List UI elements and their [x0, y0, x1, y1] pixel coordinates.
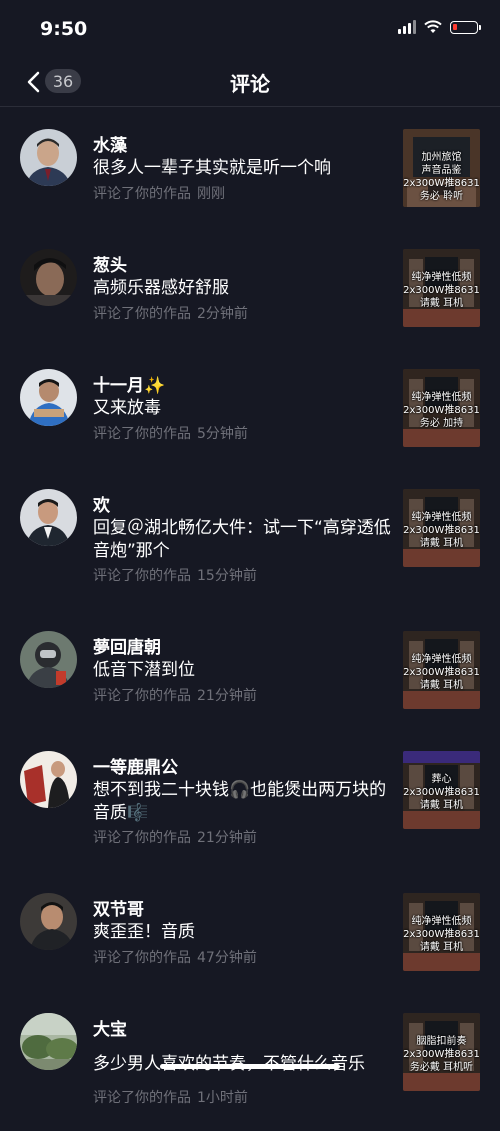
- comment-action: 评论了你的作品: [93, 568, 191, 584]
- comment-item[interactable]: 夢回唐朝 低音下潜到位 评论了你的作品 21分钟前 纯净弹性低频 2x300W推8…: [0, 609, 500, 729]
- comment-username[interactable]: 一等鹿鼎公: [93, 753, 178, 778]
- comment-text: 想不到我二十块钱🎧也能煲出两万块的音质🎼: [93, 780, 387, 823]
- comment-meta: 评论了你的作品 21分钟前: [93, 827, 257, 847]
- comment-time: 21分钟前: [197, 830, 257, 846]
- home-indicator[interactable]: [160, 1064, 340, 1069]
- comment-item[interactable]: 欢 回复＠湖北畅亿大件：试一下“高穿透低音炮”那个 评论了你的作品 15分钟前 纯…: [0, 467, 500, 609]
- status-icons: [398, 20, 481, 34]
- avatar[interactable]: [20, 751, 77, 808]
- avatar[interactable]: [20, 369, 77, 426]
- comment-action: 评论了你的作品: [93, 426, 191, 442]
- comment-action: 评论了你的作品: [93, 306, 191, 322]
- wifi-icon: [424, 20, 442, 33]
- video-thumbnail[interactable]: 纯净弹性低频 2x300W推8631 请戴 耳机: [403, 489, 480, 567]
- comment-text: 回复＠湖北畅亿大件：试一下“高穿透低音炮”那个: [93, 518, 391, 561]
- video-thumbnail[interactable]: 胭脂扣前奏 2x300W推8631 务必戴 耳机听: [403, 1013, 480, 1091]
- comment-text: 爽歪歪！音质: [93, 922, 195, 942]
- comment-time: 21分钟前: [197, 688, 257, 704]
- comment-time: 刚刚: [197, 186, 225, 202]
- avatar[interactable]: [20, 893, 77, 950]
- thumbnail-caption: 纯净弹性低频 2x300W推8631 务必 加持: [403, 392, 480, 429]
- avatar[interactable]: [20, 1013, 77, 1070]
- video-thumbnail[interactable]: 加州旅馆 声音品鉴 2x300W推8631 务必 聆听: [403, 129, 480, 207]
- comment-time: 5分钟前: [197, 426, 248, 442]
- comment-text: 高频乐器感好舒服: [93, 278, 229, 298]
- comment-username[interactable]: 欢: [93, 491, 110, 516]
- comment-username[interactable]: 水藻: [93, 131, 127, 156]
- comment-time: 2分钟前: [197, 306, 248, 322]
- comment-meta: 评论了你的作品 15分钟前: [93, 565, 257, 585]
- comment-action: 评论了你的作品: [93, 830, 191, 846]
- thumbnail-caption: 葬心 2x300W推8631 请戴 耳机: [403, 774, 480, 811]
- comment-action: 评论了你的作品: [93, 1090, 191, 1106]
- comment-text: 很多人一辈子其实就是听一个响: [93, 158, 331, 178]
- comment-meta: 评论了你的作品 5分钟前: [93, 423, 248, 443]
- cellular-signal-icon: [398, 20, 416, 34]
- video-thumbnail[interactable]: 纯净弹性低频 2x300W推8631 务必 加持: [403, 369, 480, 447]
- comment-text: 低音下潜到位: [93, 660, 195, 680]
- comment-item[interactable]: 水藻 很多人一辈子其实就是听一个响 评论了你的作品 刚刚 加州旅馆 声音品鉴 2x…: [0, 107, 500, 227]
- comment-action: 评论了你的作品: [93, 186, 191, 202]
- page-title: 评论: [230, 72, 270, 96]
- comment-username[interactable]: 十一月✨: [93, 371, 165, 396]
- battery-icon: [450, 20, 481, 34]
- comment-time: 1小时前: [197, 1090, 248, 1106]
- comment-action: 评论了你的作品: [93, 950, 191, 966]
- thumbnail-caption: 纯净弹性低频 2x300W推8631 请戴 耳机: [403, 512, 480, 549]
- thumbnail-caption: 纯净弹性低频 2x300W推8631 请戴 耳机: [403, 654, 480, 691]
- comment-username[interactable]: 夢回唐朝: [93, 633, 161, 658]
- video-thumbnail[interactable]: 葬心 2x300W推8631 请戴 耳机: [403, 751, 480, 829]
- comment-item[interactable]: 双节哥 爽歪歪！音质 评论了你的作品 47分钟前 纯净弹性低频 2x300W推86…: [0, 871, 500, 991]
- comment-username[interactable]: 双节哥: [93, 895, 144, 920]
- battery-level: [453, 23, 457, 30]
- status-bar: 9:50: [0, 0, 500, 58]
- avatar[interactable]: [20, 631, 77, 688]
- comment-item[interactable]: 大宝 多少男人喜欢的节奏，不管什么音乐 评论了你的作品1小时前 胭脂扣前奏 2x…: [0, 991, 500, 1131]
- video-thumbnail[interactable]: 纯净弹性低频 2x300W推8631 请戴 耳机: [403, 249, 480, 327]
- nav-bar: 36 评论: [0, 58, 500, 107]
- comment-meta: 评论了你的作品 21分钟前: [93, 685, 257, 705]
- comment-meta: 评论了你的作品 2分钟前: [93, 303, 248, 323]
- comment-username[interactable]: 葱头: [93, 251, 127, 276]
- comment-time: 15分钟前: [197, 568, 257, 584]
- avatar[interactable]: [20, 249, 77, 306]
- thumbnail-caption: 加州旅馆 声音品鉴 2x300W推8631 务必 聆听: [403, 152, 480, 202]
- comment-item[interactable]: 一等鹿鼎公 想不到我二十块钱🎧也能煲出两万块的音质🎼 评论了你的作品 21分钟前 …: [0, 729, 500, 871]
- avatar[interactable]: [20, 489, 77, 546]
- comment-text: 又来放毒: [93, 398, 161, 418]
- comment-item[interactable]: 十一月✨ 又来放毒 评论了你的作品 5分钟前 纯净弹性低频 2x300W推8631…: [0, 347, 500, 467]
- comment-action: 评论了你的作品: [93, 688, 191, 704]
- thumbnail-caption: 纯净弹性低频 2x300W推8631 请戴 耳机: [403, 272, 480, 309]
- comment-meta: 评论了你的作品 47分钟前: [93, 947, 257, 967]
- avatar[interactable]: [20, 129, 77, 186]
- comment-list: 水藻 很多人一辈子其实就是听一个响 评论了你的作品 刚刚 加州旅馆 声音品鉴 2x…: [0, 107, 500, 1131]
- comment-item[interactable]: 葱头 高频乐器感好舒服 评论了你的作品 2分钟前 纯净弹性低频 2x300W推86…: [0, 227, 500, 347]
- thumbnail-caption: 纯净弹性低频 2x300W推8631 请戴 耳机: [403, 916, 480, 953]
- thumbnail-caption: 胭脂扣前奏 2x300W推8631 务必戴 耳机听: [403, 1036, 480, 1073]
- video-thumbnail[interactable]: 纯净弹性低频 2x300W推8631 请戴 耳机: [403, 631, 480, 709]
- video-thumbnail[interactable]: 纯净弹性低频 2x300W推8631 请戴 耳机: [403, 893, 480, 971]
- comment-meta: 评论了你的作品 1小时前: [93, 1087, 248, 1107]
- comment-time: 47分钟前: [197, 950, 257, 966]
- comment-meta: 评论了你的作品 刚刚: [93, 183, 225, 203]
- comment-username[interactable]: 大宝: [93, 1015, 127, 1040]
- status-time: 9:50: [40, 18, 88, 40]
